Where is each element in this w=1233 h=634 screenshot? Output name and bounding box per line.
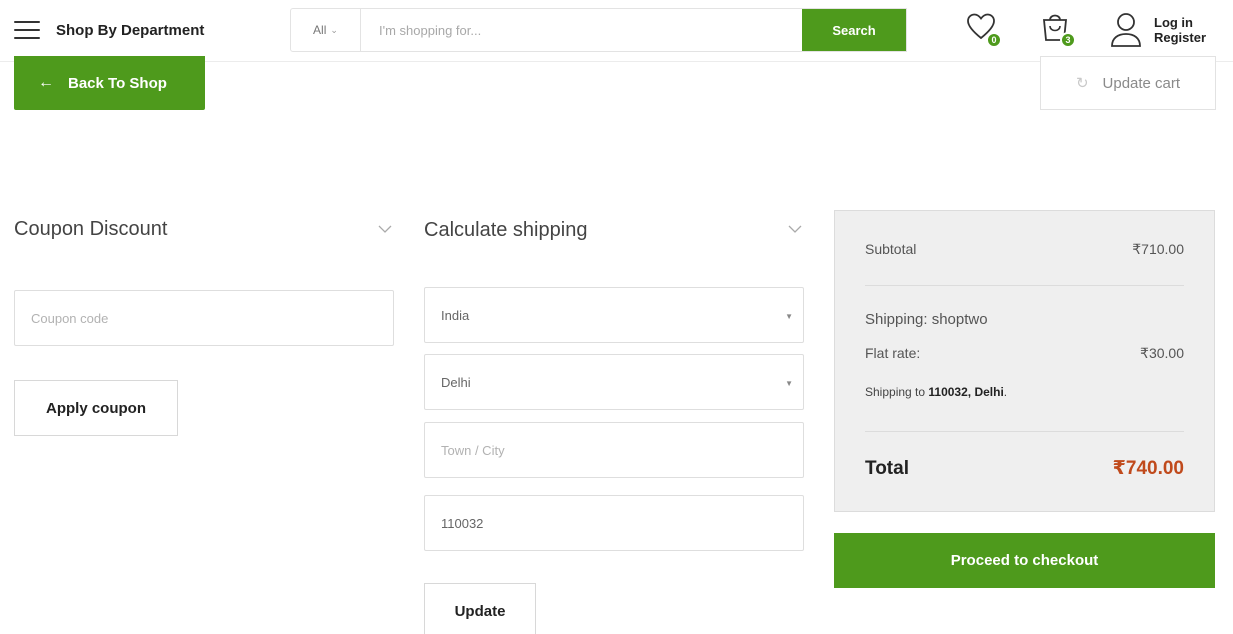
refresh-icon: ↻ (1075, 75, 1089, 92)
calculate-shipping-title: Calculate shipping (424, 219, 588, 241)
login-link[interactable]: Log in (1154, 15, 1206, 30)
arrow-left-icon: ← (38, 74, 54, 91)
shipping-to-suffix: . (1003, 385, 1008, 399)
flat-rate-row: Flat rate: ₹30.00 (865, 345, 1184, 362)
subtotal-row: Subtotal ₹710.00 (865, 241, 1184, 258)
chevron-down-icon: ⌄ (330, 24, 338, 35)
subtotal-label: Subtotal (865, 241, 917, 257)
update-cart-label: Update cart (1102, 74, 1181, 92)
department-label: Shop By Department (56, 21, 205, 39)
wishlist-button[interactable]: 0 (966, 10, 1002, 50)
total-row: Total ₹740.00 (865, 457, 1184, 480)
search-button[interactable]: Search (802, 9, 906, 51)
cart-button[interactable]: 3 (1040, 10, 1076, 50)
coupon-title: Coupon Discount (14, 218, 168, 240)
caret-down-icon: ▼ (785, 312, 793, 321)
back-to-shop-button[interactable]: ← Back To Shop (14, 56, 205, 110)
flat-rate-value: ₹30.00 (1140, 345, 1184, 361)
update-cart-button[interactable]: ↻ Update cart (1040, 56, 1216, 110)
subtotal-value: ₹710.00 (1132, 241, 1184, 257)
shipping-to-location: 110032, Delhi (928, 385, 1004, 399)
total-value: ₹740.00 (1112, 458, 1184, 479)
back-to-shop-label: Back To Shop (68, 74, 167, 92)
chevron-down-icon[interactable] (788, 224, 802, 234)
wishlist-count-badge: 0 (986, 32, 1002, 48)
search-bar: All ⌄ Search (290, 8, 907, 52)
cart-totals-panel: Subtotal ₹710.00 Shipping: shoptwo Flat … (834, 210, 1215, 512)
country-select[interactable]: India ▼ (424, 287, 804, 343)
search-input[interactable] (361, 9, 802, 51)
user-icon (1111, 13, 1141, 47)
cart-count-badge: 3 (1060, 32, 1076, 48)
flat-rate-label: Flat rate: (865, 345, 921, 361)
site-header: Shop By Department All ⌄ Search 0 3 Log … (0, 0, 1233, 62)
search-category-select[interactable]: All ⌄ (291, 9, 361, 51)
proceed-to-checkout-button[interactable]: Proceed to checkout (834, 533, 1215, 588)
divider (865, 431, 1184, 432)
apply-coupon-button[interactable]: Apply coupon (14, 380, 178, 436)
country-value: India (441, 307, 470, 323)
chevron-down-icon[interactable] (378, 224, 392, 234)
search-category-value: All (313, 23, 327, 37)
account-menu[interactable]: Log in Register (1110, 10, 1206, 50)
shipping-to-prefix: Shipping to (865, 385, 929, 399)
coupon-code-input[interactable]: Coupon code (14, 290, 394, 346)
shipping-method-row: Shipping: shoptwo (865, 311, 1184, 328)
postcode-input[interactable]: 110032 (424, 495, 804, 551)
menu-icon[interactable] (14, 21, 40, 39)
update-shipping-button[interactable]: Update (424, 583, 536, 634)
state-select[interactable]: Delhi ▼ (424, 354, 804, 410)
shop-by-department[interactable]: Shop By Department (14, 14, 204, 46)
divider (865, 285, 1184, 286)
city-input[interactable]: Town / City (424, 422, 804, 478)
shipping-destination: Shipping to 110032, Delhi. (865, 385, 1007, 399)
state-value: Delhi (441, 374, 471, 390)
total-label: Total (865, 457, 909, 479)
caret-down-icon: ▼ (785, 379, 793, 388)
register-link[interactable]: Register (1154, 30, 1206, 45)
shipping-method-label: Shipping: shoptwo (865, 311, 988, 328)
